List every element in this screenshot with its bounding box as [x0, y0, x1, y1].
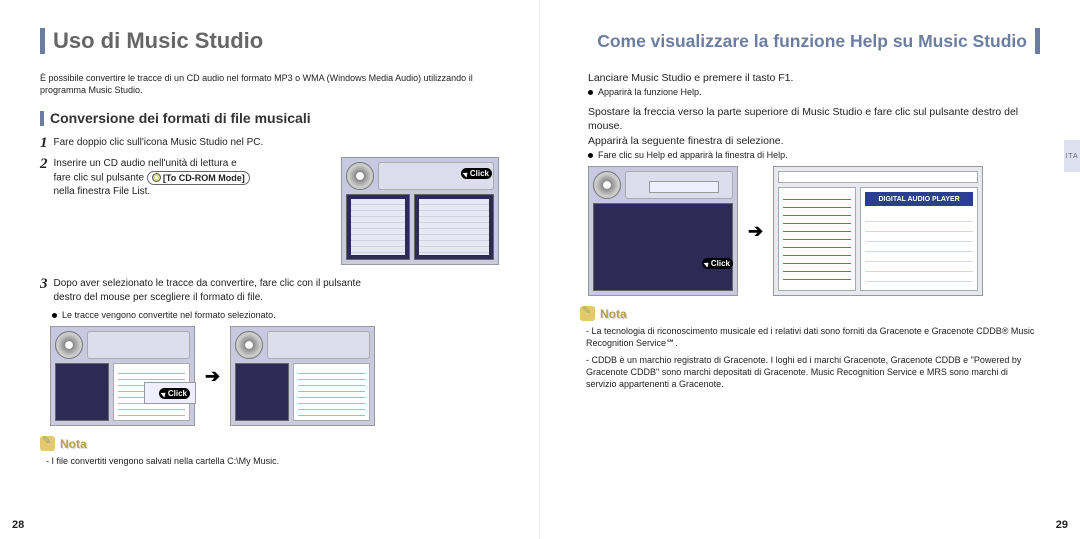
cursor-icon [160, 390, 167, 397]
page-29: Come visualizzare la funzione Help su Mu… [540, 0, 1080, 539]
title-bar-icon [1035, 28, 1040, 54]
screenshot-step2: Click [341, 157, 499, 265]
step-text: Dopo aver selezionato le tracce da conve… [54, 277, 500, 304]
step-number: 2 [40, 157, 48, 172]
panel-mock-left [346, 194, 410, 260]
nota-row: Nota [580, 306, 1040, 321]
title-bar-icon [40, 28, 45, 54]
step-b1: Spostare la freccia verso la parte super… [588, 105, 1040, 133]
bullet-icon [588, 90, 593, 95]
step-1: 1 Fare doppio clic sull'icona Music Stud… [40, 136, 499, 151]
step2-line2a: fare clic sul pulsante [54, 173, 147, 184]
nota-icon [40, 436, 55, 451]
step-3: 3 Dopo aver selezionato le tracce da con… [40, 277, 499, 304]
cursor-icon [462, 170, 469, 177]
section-heading-row: Conversione dei formati di file musicali [40, 110, 499, 126]
step-b2: Apparirà la seguente finestra di selezio… [588, 135, 1040, 147]
panel-mock [55, 363, 109, 421]
page-28: Uso di Music Studio È possibile converti… [0, 0, 540, 539]
cd-rom-mode-chip: [To CD-ROM Mode] [147, 171, 250, 185]
nota-text: - I file convertiti vengono salvati nell… [46, 455, 499, 467]
step3-screenshots: Click ➔ [50, 326, 499, 426]
cd-icon [152, 173, 161, 182]
panel-mock [235, 363, 289, 421]
screenshot-step3b [230, 326, 375, 426]
list-mock [293, 363, 370, 421]
panel-mock [593, 203, 733, 291]
toolbar-mock [267, 331, 370, 359]
cursor-icon [703, 260, 710, 267]
panel-mock-right [414, 194, 494, 260]
help-screenshots: Click ➔ DIGITAL AUDIO PLAYER [588, 166, 1040, 296]
help-titlebar-mock [778, 171, 978, 183]
bullet-text: Apparirà la funzione Help. [598, 87, 702, 97]
step-text: Fare doppio clic sull'icona Music Studio… [54, 136, 500, 150]
step-number: 3 [40, 277, 48, 292]
bullet-text: Le tracce vengono convertite nel formato… [62, 310, 276, 320]
page-title: Uso di Music Studio [53, 28, 263, 54]
page-number: 28 [12, 519, 24, 531]
toolbar-mock [87, 331, 190, 359]
intro-text: È possibile convertire le tracce di un C… [40, 72, 499, 96]
arrow-right-icon: ➔ [748, 221, 763, 242]
step-text: Inserire un CD audio nell'unità di lettu… [54, 157, 330, 198]
step2-line1: Inserire un CD audio nell'unità di lettu… [54, 158, 237, 169]
click-label: Click [168, 389, 187, 398]
step-2-row: 2 Inserire un CD audio nell'unità di let… [40, 157, 499, 265]
step-a-bullet: Apparirà la funzione Help. [588, 87, 1040, 97]
nota-label: Nota [600, 307, 627, 321]
nota-label: Nota [60, 437, 87, 451]
page-title-row: Uso di Music Studio [40, 28, 499, 54]
nota-icon [580, 306, 595, 321]
nota-row: Nota [40, 436, 499, 451]
screenshot-step3a: Click [50, 326, 195, 426]
step-b-bullet: Fare clic su Help ed apparirà la finestr… [588, 150, 1040, 160]
section-bar-icon [40, 111, 44, 126]
help-banner: DIGITAL AUDIO PLAYER [865, 192, 973, 206]
screenshot-help-a: Click [588, 166, 738, 296]
click-badge: Click [702, 258, 733, 269]
context-menu-mock [649, 181, 719, 193]
dial-icon [55, 331, 83, 359]
click-label: Click [470, 169, 489, 178]
dial-icon [235, 331, 263, 359]
step-2: 2 Inserire un CD audio nell'unità di let… [40, 157, 329, 198]
page-title: Come visualizzare la funzione Help su Mu… [597, 31, 1027, 52]
dial-icon [593, 171, 621, 199]
arrow-right-icon: ➔ [205, 366, 220, 387]
step3-bullet: Le tracce vengono convertite nel formato… [52, 310, 499, 320]
bullet-text: Fare clic su Help ed apparirà la finestr… [598, 150, 788, 160]
bullet-icon [588, 153, 593, 158]
click-badge: Click [461, 168, 492, 179]
click-label: Click [711, 259, 730, 268]
dial-icon [346, 162, 374, 190]
step-number: 1 [40, 136, 48, 151]
help-tree-mock [778, 187, 856, 291]
chip-label: [To CD-ROM Mode] [163, 172, 245, 184]
step2-line3: nella finestra File List. [54, 186, 151, 197]
nota-text-2: - CDDB è un marchio registrato di Gracen… [586, 354, 1040, 390]
page-number: 29 [1056, 519, 1068, 531]
click-badge: Click [159, 388, 190, 399]
side-tab: ITA [1064, 140, 1080, 172]
nota-text-1: - La tecnologia di riconoscimento musica… [586, 325, 1040, 349]
bullet-icon [52, 313, 57, 318]
step-a: Lanciare Music Studio e premere il tasto… [588, 72, 1040, 84]
section-heading: Conversione dei formati di file musicali [50, 110, 311, 126]
page-title-row: Come visualizzare la funzione Help su Mu… [580, 28, 1040, 54]
screenshot-help-b: DIGITAL AUDIO PLAYER [773, 166, 983, 296]
help-content-mock: DIGITAL AUDIO PLAYER [860, 187, 978, 291]
